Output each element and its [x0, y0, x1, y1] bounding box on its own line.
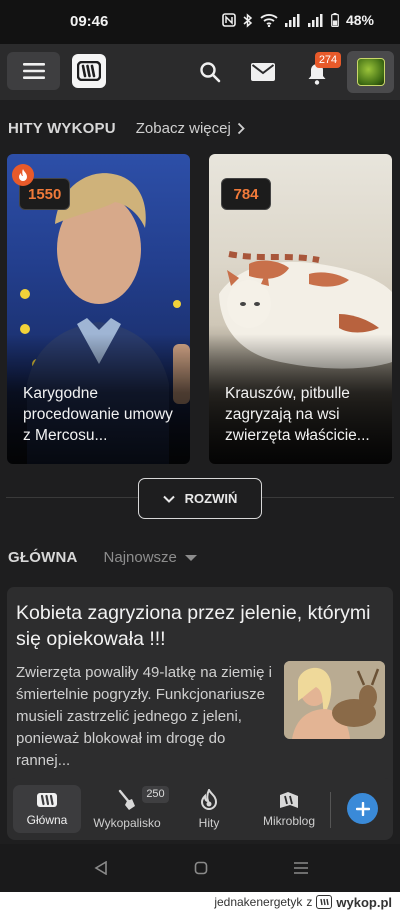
nav-label-digging: Wykopalisko [93, 815, 161, 830]
system-navigation [0, 844, 400, 892]
sort-dropdown[interactable]: Najnowsze [104, 549, 177, 566]
digging-count-badge: 250 [142, 786, 169, 803]
post-card[interactable]: Kobieta zagryziona przez jelenie, którym… [7, 587, 393, 792]
hits-header: HITY WYKOPU Zobacz więcej [8, 120, 245, 137]
flame-icon [200, 788, 218, 810]
thumbnail-image [284, 661, 385, 739]
recents-icon[interactable] [293, 861, 309, 875]
add-button[interactable] [347, 793, 378, 824]
avatar [356, 58, 385, 86]
wifi-icon [260, 14, 278, 27]
bottom-navigation: Główna Wykopalisko 250 Hity Mikroblog [7, 778, 393, 840]
app-header: 274 [0, 44, 400, 100]
status-time: 09:46 [70, 13, 109, 30]
hit-title: Krauszów, pitbulle zagryzają na wsi zwie… [225, 385, 370, 444]
watermark-sep: z [306, 895, 313, 909]
hot-flame-badge [12, 164, 34, 186]
home-icon[interactable] [194, 861, 208, 875]
wykop-logo-icon [77, 61, 101, 81]
nav-label-hits: Hity [198, 815, 220, 830]
bluetooth-icon [243, 12, 253, 28]
profile-button[interactable] [347, 51, 394, 93]
hit-score: 784 [221, 178, 271, 210]
search-button[interactable] [196, 58, 224, 86]
watermark-user: jednakenergetyk [214, 895, 303, 909]
battery-percent: 48% [345, 12, 374, 28]
back-icon[interactable] [94, 861, 108, 875]
search-icon [200, 62, 221, 83]
main-title: GŁÓWNA [8, 549, 78, 566]
app-screen: 09:46 48% 274 HITY WYKOPU Zobacz więcej … [0, 0, 400, 892]
nfc-icon [222, 13, 236, 27]
chevron-right-icon [237, 122, 245, 135]
post-description: Zwierzęta powaliły 49-latkę na ziemię i … [16, 664, 272, 769]
wykop-logo-icon [316, 895, 333, 909]
signal-icon [284, 13, 300, 27]
nav-hits[interactable]: Hity [179, 778, 239, 840]
nav-label-microblog: Mikroblog [262, 813, 316, 828]
menu-button[interactable] [7, 52, 60, 90]
signal-icon-2 [307, 13, 323, 27]
mail-icon [251, 63, 275, 81]
nav-label-home: Główna [26, 812, 68, 827]
nav-home[interactable]: Główna [13, 785, 81, 833]
notifications-count-badge: 274 [315, 52, 341, 68]
wykop-logo[interactable] [72, 54, 106, 88]
microblog-icon [280, 791, 298, 808]
battery-icon [331, 13, 339, 27]
expand-label: ROZWIŃ [184, 491, 238, 506]
status-icons: 48% [222, 12, 374, 28]
flame-icon [19, 169, 27, 181]
see-more-link[interactable]: Zobacz więcej [136, 120, 231, 137]
nav-separator [330, 792, 331, 828]
wykop-home-icon [37, 792, 57, 807]
watermark: jednakenergetyk z wykop.pl [0, 892, 400, 912]
plus-icon [355, 801, 370, 816]
messages-button[interactable] [249, 58, 277, 86]
hit-title: Karygodne procedowanie umowy z Mercosu..… [23, 385, 173, 444]
hit-card-2[interactable]: 784 Krauszów, pitbulle zagryzają na wsi … [209, 154, 392, 464]
chevron-down-icon [162, 495, 175, 503]
hits-title: HITY WYKOPU [8, 120, 116, 137]
post-title[interactable]: Kobieta zagryziona przez jelenie, którym… [16, 600, 386, 652]
watermark-site: wykop.pl [336, 894, 392, 910]
nav-microblog[interactable]: Mikroblog [255, 778, 323, 840]
status-bar: 09:46 48% [0, 0, 400, 44]
post-thumbnail[interactable] [284, 661, 385, 739]
hit-card-1[interactable]: 1550 Karygodne procedowanie umowy z Merc… [7, 154, 190, 464]
caret-down-icon[interactable] [184, 554, 197, 561]
hamburger-icon [22, 63, 45, 79]
expand-button[interactable]: ROZWIŃ [138, 478, 262, 519]
main-header: GŁÓWNA Najnowsze [8, 549, 197, 566]
shovel-icon [118, 789, 135, 810]
